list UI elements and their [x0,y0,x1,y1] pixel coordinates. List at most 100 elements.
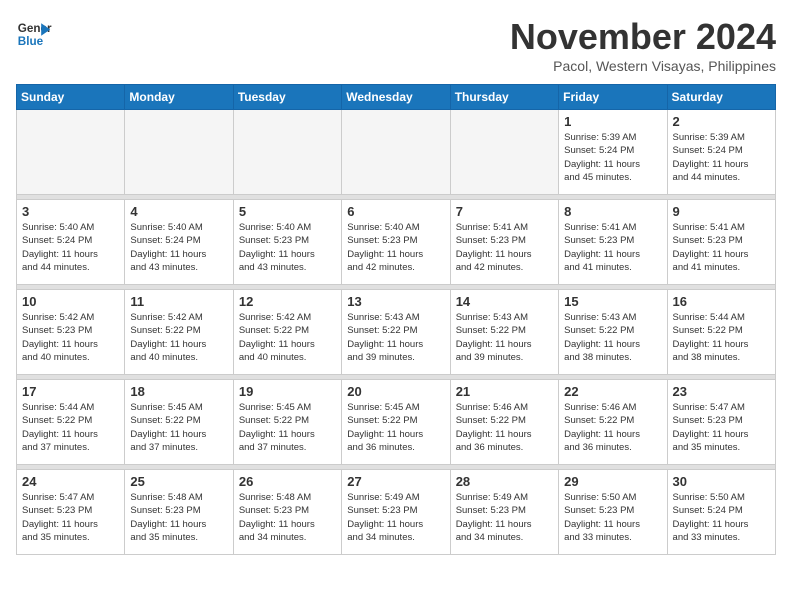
day-number: 13 [347,294,444,309]
day-cell: 22 Sunrise: 5:46 AM Sunset: 5:22 PM Dayli… [559,380,667,465]
day-number: 20 [347,384,444,399]
day-cell [342,110,450,195]
day-cell [125,110,233,195]
location: Pacol, Western Visayas, Philippines [510,58,776,74]
day-cell: 4Sunrise: 5:40 AM Sunset: 5:24 PM Daylig… [125,200,233,285]
week-row-1: 3 Sunrise: 5:40 AM Sunset: 5:24 PM Daylig… [17,200,776,285]
day-info: Sunrise: 5:41 AM Sunset: 5:23 PM Dayligh… [673,221,770,274]
day-info: Sunrise: 5:43 AM Sunset: 5:22 PM Dayligh… [564,311,661,364]
logo-icon: General Blue [16,16,52,52]
day-info: Sunrise: 5:48 AM Sunset: 5:23 PM Dayligh… [239,491,336,544]
day-cell: 14 Sunrise: 5:43 AM Sunset: 5:22 PM Dayli… [450,290,558,375]
day-cell: 18 Sunrise: 5:45 AM Sunset: 5:22 PM Dayli… [125,380,233,465]
day-info: Sunrise: 5:50 AM Sunset: 5:23 PM Dayligh… [564,491,661,544]
day-cell: 12Sunrise: 5:42 AM Sunset: 5:22 PM Dayli… [233,290,341,375]
day-info: Sunrise: 5:49 AM Sunset: 5:23 PM Dayligh… [347,491,444,544]
header-row: SundayMondayTuesdayWednesdayThursdayFrid… [17,85,776,110]
week-row-3: 17 Sunrise: 5:44 AM Sunset: 5:22 PM Dayli… [17,380,776,465]
day-cell [450,110,558,195]
day-number: 14 [456,294,553,309]
day-info: Sunrise: 5:50 AM Sunset: 5:24 PM Dayligh… [673,491,770,544]
day-cell: 25 Sunrise: 5:48 AM Sunset: 5:23 PM Dayli… [125,470,233,555]
day-cell: 17 Sunrise: 5:44 AM Sunset: 5:22 PM Dayli… [17,380,125,465]
day-cell: 26Sunrise: 5:48 AM Sunset: 5:23 PM Dayli… [233,470,341,555]
day-number: 19 [239,384,336,399]
day-info: Sunrise: 5:40 AM Sunset: 5:24 PM Dayligh… [130,221,227,274]
day-number: 22 [564,384,661,399]
day-cell: 11 Sunrise: 5:42 AM Sunset: 5:22 PM Dayli… [125,290,233,375]
page-header: General Blue November 2024 Pacol, Wester… [16,16,776,74]
day-info: Sunrise: 5:48 AM Sunset: 5:23 PM Dayligh… [130,491,227,544]
day-info: Sunrise: 5:39 AM Sunset: 5:24 PM Dayligh… [564,131,661,184]
day-number: 2 [673,114,770,129]
day-cell: 7Sunrise: 5:41 AM Sunset: 5:23 PM Daylig… [450,200,558,285]
day-number: 30 [673,474,770,489]
day-cell: 9 Sunrise: 5:41 AM Sunset: 5:23 PM Daylig… [667,200,775,285]
title-area: November 2024 Pacol, Western Visayas, Ph… [510,16,776,74]
day-number: 15 [564,294,661,309]
day-number: 11 [130,294,227,309]
day-cell: 2 Sunrise: 5:39 AM Sunset: 5:24 PM Daylig… [667,110,775,195]
day-cell: 27 Sunrise: 5:49 AM Sunset: 5:23 PM Dayli… [342,470,450,555]
col-header-monday: Monday [125,85,233,110]
calendar-table: SundayMondayTuesdayWednesdayThursdayFrid… [16,84,776,555]
day-info: Sunrise: 5:45 AM Sunset: 5:22 PM Dayligh… [347,401,444,454]
day-number: 23 [673,384,770,399]
day-number: 24 [22,474,119,489]
day-number: 6 [347,204,444,219]
day-cell: 1 Sunrise: 5:39 AM Sunset: 5:24 PM Daylig… [559,110,667,195]
day-cell: 15 Sunrise: 5:43 AM Sunset: 5:22 PM Dayli… [559,290,667,375]
day-info: Sunrise: 5:47 AM Sunset: 5:23 PM Dayligh… [673,401,770,454]
col-header-thursday: Thursday [450,85,558,110]
day-number: 17 [22,384,119,399]
day-number: 18 [130,384,227,399]
day-cell: 23 Sunrise: 5:47 AM Sunset: 5:23 PM Dayli… [667,380,775,465]
day-cell: 10 Sunrise: 5:42 AM Sunset: 5:23 PM Dayli… [17,290,125,375]
day-info: Sunrise: 5:44 AM Sunset: 5:22 PM Dayligh… [673,311,770,364]
day-number: 5 [239,204,336,219]
day-cell: 3 Sunrise: 5:40 AM Sunset: 5:24 PM Daylig… [17,200,125,285]
day-number: 9 [673,204,770,219]
day-number: 21 [456,384,553,399]
day-info: Sunrise: 5:42 AM Sunset: 5:23 PM Dayligh… [22,311,119,364]
day-number: 1 [564,114,661,129]
day-info: Sunrise: 5:40 AM Sunset: 5:24 PM Dayligh… [22,221,119,274]
day-info: Sunrise: 5:43 AM Sunset: 5:22 PM Dayligh… [456,311,553,364]
day-info: Sunrise: 5:46 AM Sunset: 5:22 PM Dayligh… [456,401,553,454]
day-info: Sunrise: 5:39 AM Sunset: 5:24 PM Dayligh… [673,131,770,184]
col-header-tuesday: Tuesday [233,85,341,110]
col-header-saturday: Saturday [667,85,775,110]
day-info: Sunrise: 5:41 AM Sunset: 5:23 PM Dayligh… [456,221,553,274]
month-title: November 2024 [510,16,776,58]
day-number: 28 [456,474,553,489]
day-cell: 21 Sunrise: 5:46 AM Sunset: 5:22 PM Dayli… [450,380,558,465]
day-info: Sunrise: 5:41 AM Sunset: 5:23 PM Dayligh… [564,221,661,274]
col-header-friday: Friday [559,85,667,110]
week-row-2: 10 Sunrise: 5:42 AM Sunset: 5:23 PM Dayli… [17,290,776,375]
day-cell: 13Sunrise: 5:43 AM Sunset: 5:22 PM Dayli… [342,290,450,375]
day-cell: 5Sunrise: 5:40 AM Sunset: 5:23 PM Daylig… [233,200,341,285]
day-info: Sunrise: 5:49 AM Sunset: 5:23 PM Dayligh… [456,491,553,544]
day-cell: 8Sunrise: 5:41 AM Sunset: 5:23 PM Daylig… [559,200,667,285]
logo: General Blue [16,16,52,52]
day-number: 3 [22,204,119,219]
day-cell [233,110,341,195]
day-cell: 30 Sunrise: 5:50 AM Sunset: 5:24 PM Dayli… [667,470,775,555]
day-info: Sunrise: 5:42 AM Sunset: 5:22 PM Dayligh… [130,311,227,364]
day-info: Sunrise: 5:45 AM Sunset: 5:22 PM Dayligh… [130,401,227,454]
day-info: Sunrise: 5:47 AM Sunset: 5:23 PM Dayligh… [22,491,119,544]
day-number: 10 [22,294,119,309]
day-cell: 28 Sunrise: 5:49 AM Sunset: 5:23 PM Dayli… [450,470,558,555]
day-number: 29 [564,474,661,489]
day-number: 12 [239,294,336,309]
day-number: 25 [130,474,227,489]
day-info: Sunrise: 5:46 AM Sunset: 5:22 PM Dayligh… [564,401,661,454]
day-number: 27 [347,474,444,489]
week-row-0: 1 Sunrise: 5:39 AM Sunset: 5:24 PM Daylig… [17,110,776,195]
day-cell: 16Sunrise: 5:44 AM Sunset: 5:22 PM Dayli… [667,290,775,375]
day-cell: 29 Sunrise: 5:50 AM Sunset: 5:23 PM Dayli… [559,470,667,555]
svg-text:Blue: Blue [18,35,44,48]
col-header-wednesday: Wednesday [342,85,450,110]
day-info: Sunrise: 5:44 AM Sunset: 5:22 PM Dayligh… [22,401,119,454]
day-cell [17,110,125,195]
